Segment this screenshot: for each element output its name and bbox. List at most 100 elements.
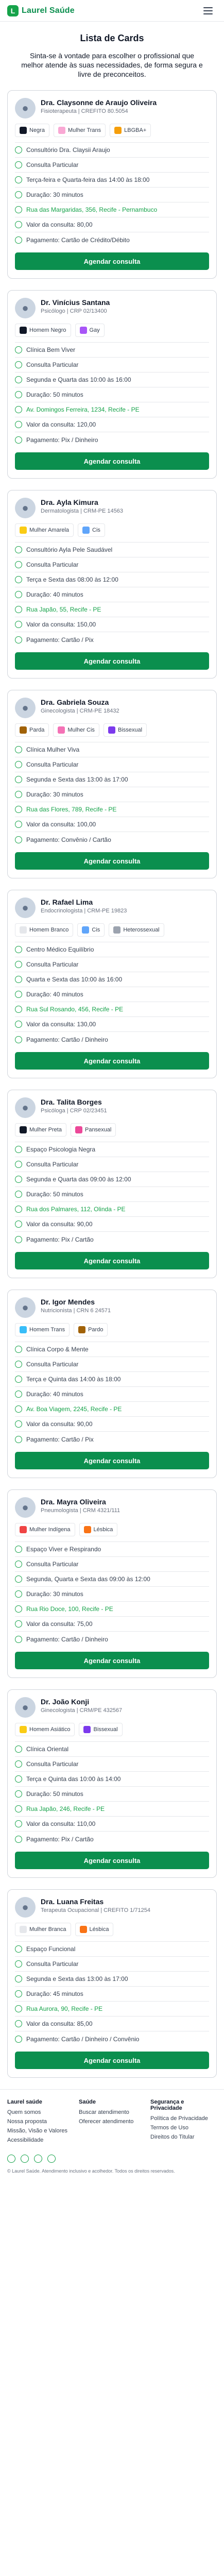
info-icon: [15, 1635, 22, 1643]
info-text: Rua Aurora, 90, Recife - PE: [26, 2005, 103, 2012]
info-text: Duração: 40 minutos: [26, 991, 83, 998]
info-icon: [15, 1575, 22, 1583]
identity-tags: Homem Trans Pardo: [15, 1323, 209, 1336]
info-row: Pagamento: Pix / Dinheiro: [15, 432, 209, 447]
hamburger-menu-icon[interactable]: [203, 4, 217, 18]
schedule-button[interactable]: Agendar consulta: [15, 1652, 209, 1669]
schedule-button[interactable]: Agendar consulta: [15, 2052, 209, 2069]
footer-col-about: Laurel saúde Quem somos Nossa proposta M…: [7, 2099, 74, 2146]
schedule-button[interactable]: Agendar consulta: [15, 852, 209, 870]
card-title-block: Dr. Vinícius Santana Psicólogo | CRP 02/1…: [41, 298, 110, 314]
footer-link[interactable]: Missão, Visão e Valores: [7, 2128, 74, 2134]
professional-card: ● Dra. Ayla Kimura Dermatologista | CRM-PE…: [7, 490, 217, 679]
info-text: Pagamento: Cartão de Crédito/Débito: [26, 236, 130, 244]
info-text: Clínica Oriental: [26, 1745, 69, 1753]
info-text: Rua das Margaridas, 356, Recife - Pernam…: [26, 206, 158, 213]
address-link[interactable]: Rua das Margaridas, 356, Recife - Pernam…: [15, 202, 209, 217]
info-text: Valor da consulta: 75,00: [26, 1620, 93, 1628]
schedule-button[interactable]: Agendar consulta: [15, 1252, 209, 1269]
info-row: Duração: 30 minutos: [15, 188, 209, 202]
card-title-block: Dra. Luana Freitas Terapeuta Ocupacional …: [41, 1897, 150, 1913]
info-row: Pagamento: Cartão / Dinheiro: [15, 1632, 209, 1647]
info-icon: [15, 1405, 22, 1413]
card-info-list: Clínica Oriental Consulta Particular Terça…: [15, 1741, 209, 1846]
youtube-icon[interactable]: [47, 2155, 56, 2163]
footer-link[interactable]: Buscar atendimento: [79, 2109, 145, 2115]
footer-link[interactable]: Direitos do Titular: [150, 2134, 217, 2140]
professional-name: Dra. Gabriela Souza: [41, 698, 109, 706]
card-header: ● Dra. Gabriela Souza Ginecologista | CRM-…: [15, 698, 209, 718]
schedule-button[interactable]: Agendar consulta: [15, 452, 209, 470]
footer-link[interactable]: Acessibilidade: [7, 2137, 74, 2143]
info-icon: [15, 1391, 22, 1398]
info-row: Quarta e Sexta das 10:00 às 16:00: [15, 972, 209, 987]
card-info-list: Clínica Corpo & Mente Consulta Particular…: [15, 1342, 209, 1447]
address-link[interactable]: Rua Japão, 55, Recife - PE: [15, 602, 209, 617]
tag-label: Lésbica: [93, 1527, 113, 1533]
avatar: ●: [15, 498, 36, 518]
linkedin-icon[interactable]: [34, 2155, 42, 2163]
info-row: Consulta Particular: [15, 1757, 209, 1772]
schedule-button[interactable]: Agendar consulta: [15, 652, 209, 670]
address-link[interactable]: Av. Boa Viagem, 2245, Recife - PE: [15, 1402, 209, 1417]
schedule-button[interactable]: Agendar consulta: [15, 252, 209, 270]
brand[interactable]: L Laurel Saúde: [7, 5, 75, 16]
card-title-block: Dr. João Konji Ginecologista | CRM/PE 432…: [41, 1697, 122, 1714]
avatar: ●: [15, 298, 36, 318]
facebook-icon[interactable]: [21, 2155, 29, 2163]
tag-color-icon: [20, 726, 27, 734]
info-icon: [15, 1420, 22, 1428]
info-text: Clínica Corpo & Mente: [26, 1346, 89, 1353]
tag-label: Lésbica: [89, 1926, 109, 1933]
address-link[interactable]: Rua dos Palmares, 112, Olinda - PE: [15, 1202, 209, 1217]
address-link[interactable]: Rua das Flores, 789, Recife - PE: [15, 802, 209, 817]
tag-color-icon: [58, 726, 65, 734]
info-row: Clínica Mulher Viva: [15, 742, 209, 757]
address-link[interactable]: Rua Japão, 246, Recife - PE: [15, 1802, 209, 1817]
schedule-button[interactable]: Agendar consulta: [15, 1452, 209, 1469]
schedule-button[interactable]: Agendar consulta: [15, 1052, 209, 1070]
info-text: Duração: 50 minutos: [26, 391, 83, 398]
info-text: Terça e Sexta das 08:00 às 12:00: [26, 576, 118, 583]
schedule-button[interactable]: Agendar consulta: [15, 1852, 209, 1869]
footer-link[interactable]: Quem somos: [7, 2109, 74, 2115]
footer-link[interactable]: Nossa proposta: [7, 2119, 74, 2125]
address-link[interactable]: Rua Aurora, 90, Recife - PE: [15, 2002, 209, 2016]
address-link[interactable]: Av. Domingos Ferreira, 1234, Recife - PE: [15, 402, 209, 417]
info-row: Pagamento: Convênio / Cartão: [15, 832, 209, 847]
info-icon: [15, 1620, 22, 1628]
footer-link[interactable]: Oferecer atendimento: [79, 2119, 145, 2125]
info-row: Clínica Oriental: [15, 1742, 209, 1757]
info-text: Terça-feira e Quarta-feira das 14:00 às …: [26, 176, 150, 183]
professional-registration: Psicólogo | CRP 02/13400: [41, 308, 107, 314]
info-icon: [15, 1361, 22, 1368]
info-row: Duração: 40 minutos: [15, 987, 209, 1002]
info-text: Consulta Particular: [26, 1561, 79, 1568]
tag-color-icon: [20, 527, 27, 534]
professional-card: ● Dra. Mayra Oliveira Pneumologista | CRM …: [7, 1489, 217, 1678]
info-icon: [15, 1006, 22, 1013]
info-icon: [15, 176, 22, 183]
info-row: Segunda e Sexta das 13:00 às 17:00: [15, 1972, 209, 1987]
tag-label: Mulher Branca: [29, 1926, 66, 1933]
address-link[interactable]: Rua Sul Rosando, 456, Recife - PE: [15, 1002, 209, 1017]
avatar: ●: [15, 1297, 36, 1318]
footer-link[interactable]: Termos de Uso: [150, 2125, 217, 2131]
info-icon: [15, 961, 22, 968]
card-info-list: Clínica Mulher Viva Consulta Particular Se…: [15, 742, 209, 847]
professional-name: Dr. João Konji: [41, 1698, 90, 1706]
card-title-block: Dra. Ayla Kimura Dermatologista | CRM-PE …: [41, 498, 123, 514]
avatar: ●: [15, 1697, 36, 1718]
top-header: L Laurel Saúde: [0, 0, 224, 22]
tag-color-icon: [114, 127, 122, 134]
tag-label: Heterossexual: [123, 927, 160, 933]
info-text: Valor da consulta: 130,00: [26, 1021, 96, 1028]
instagram-icon[interactable]: [7, 2155, 15, 2163]
info-icon: [15, 1605, 22, 1613]
address-link[interactable]: Rua Rio Doce, 100, Recife - PE: [15, 1602, 209, 1617]
copyright: © Laurel Saúde. Atendimento inclusivo e …: [7, 2168, 175, 2174]
footer-link[interactable]: Política de Privacidade: [150, 2115, 217, 2122]
professional-card: ● Dra. Luana Freitas Terapeuta Ocupacional…: [7, 1889, 217, 2078]
info-text: Segunda e Quarta das 10:00 às 16:00: [26, 376, 131, 383]
info-icon: [15, 346, 22, 353]
